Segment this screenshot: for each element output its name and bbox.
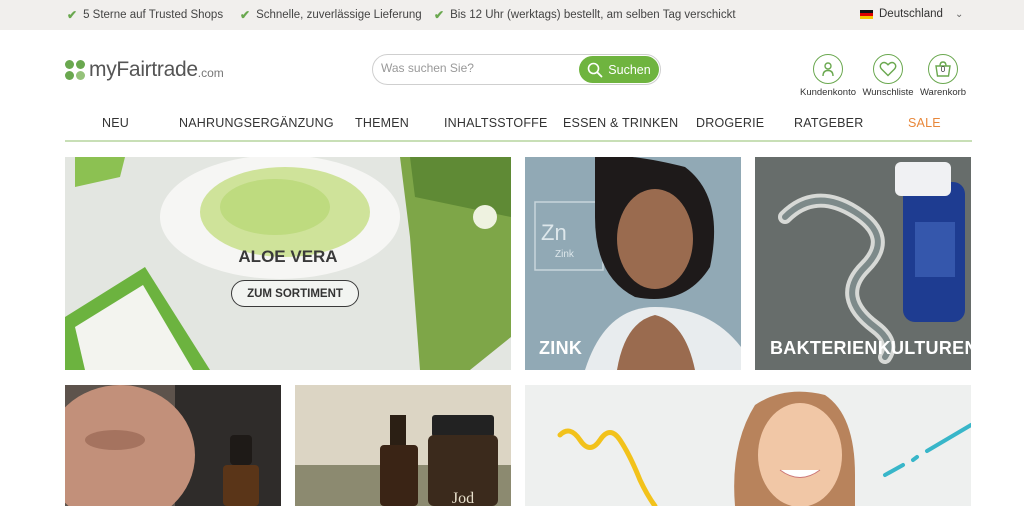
logo-dots-icon xyxy=(65,60,85,80)
site-logo[interactable]: myFairtrade .com xyxy=(65,58,224,82)
country-label: Deutschland xyxy=(879,8,943,20)
bacteria-cultures-tile[interactable]: BAKTERIENKULTUREN xyxy=(755,157,971,370)
chevron-down-icon: ⌄ xyxy=(954,8,964,20)
zinc-tile[interactable]: Zn Zink ZINK xyxy=(525,157,741,370)
country-selector[interactable]: Deutschland ⌄ xyxy=(860,8,963,20)
nav-item-inhaltsstoffe[interactable]: INHALTSSTOFFE xyxy=(444,116,548,130)
check-icon: ✔ xyxy=(67,8,78,22)
zinc-element-name: Zink xyxy=(555,249,574,260)
user-icon xyxy=(813,54,843,84)
cart-count-badge: 0 xyxy=(940,65,946,74)
check-icon: ✔ xyxy=(240,8,251,22)
nav-item-essen-trinken[interactable]: ESSEN & TRINKEN xyxy=(563,116,678,130)
wishlist-label: Wunschliste xyxy=(862,87,914,98)
nav-item-drogerie[interactable]: DROGERIE xyxy=(696,116,764,130)
usp-text: 5 Sterne auf Trusted Shops xyxy=(83,9,224,21)
to-assortment-button[interactable]: ZUM SORTIMENT xyxy=(231,280,359,307)
usp-trusted-shops: ✔ 5 Sterne auf Trusted Shops xyxy=(67,8,223,22)
nav-item-ratgeber[interactable]: RATGEBER xyxy=(794,116,863,130)
logo-tld: .com xyxy=(197,66,224,80)
heart-icon xyxy=(873,54,903,84)
zinc-label: ZINK xyxy=(539,338,583,358)
bacteria-cultures-label: BAKTERIENKULTUREN xyxy=(770,338,971,358)
check-icon: ✔ xyxy=(434,8,445,22)
promo-tile-iodine[interactable]: Jod xyxy=(295,385,511,506)
germany-flag-icon xyxy=(860,9,873,19)
search-icon xyxy=(587,62,603,77)
aloe-vera-title: ALOE VERA xyxy=(238,247,338,266)
logo-wordmark: myFairtrade xyxy=(89,58,198,81)
search-bar: Suchen xyxy=(372,54,661,85)
cart-link[interactable]: 0 Warenkorb xyxy=(913,54,973,98)
usp-delivery: ✔ Schnelle, zuverlässige Lieferung xyxy=(240,8,422,22)
usp-text: Schnelle, zuverlässige Lieferung xyxy=(256,9,422,21)
zinc-element-symbol: Zn xyxy=(541,220,567,245)
wishlist-link[interactable]: Wunschliste xyxy=(858,54,918,98)
usp-same-day: ✔ Bis 12 Uhr (werktags) bestellt, am sel… xyxy=(434,8,736,22)
top-info-bar: ✔ 5 Sterne auf Trusted Shops ✔ Schnelle,… xyxy=(0,0,1024,30)
account-label: Kundenkonto xyxy=(800,87,856,98)
cart-label: Warenkorb xyxy=(919,87,967,98)
main-navigation: NEU NAHRUNGSERGÄNZUNG THEMEN INHALTSSTOF… xyxy=(65,116,972,142)
account-link[interactable]: Kundenkonto xyxy=(798,54,858,98)
aloe-vera-tile[interactable]: ALOE VERA ZUM SORTIMENT xyxy=(65,157,511,370)
nav-item-nahrungsergaenzung[interactable]: NAHRUNGSERGÄNZUNG xyxy=(179,116,334,130)
nav-item-sale[interactable]: SALE xyxy=(908,116,941,130)
basket-icon: 0 xyxy=(928,54,958,84)
usp-text: Bis 12 Uhr (werktags) bestellt, am selbe… xyxy=(450,9,736,21)
promo-tile-serum[interactable] xyxy=(65,385,281,506)
search-button-label: Suchen xyxy=(608,62,651,77)
svg-text:Jod: Jod xyxy=(452,490,474,506)
search-input[interactable] xyxy=(381,61,571,75)
smiling-woman-image xyxy=(525,385,971,506)
search-button[interactable]: Suchen xyxy=(579,56,659,83)
nav-item-themen[interactable]: THEMEN xyxy=(355,116,409,130)
promo-tile-woman[interactable] xyxy=(525,385,971,506)
serum-model-image xyxy=(65,385,281,506)
iodine-products-image: Jod xyxy=(295,385,511,506)
nav-item-neu[interactable]: NEU xyxy=(102,116,129,130)
